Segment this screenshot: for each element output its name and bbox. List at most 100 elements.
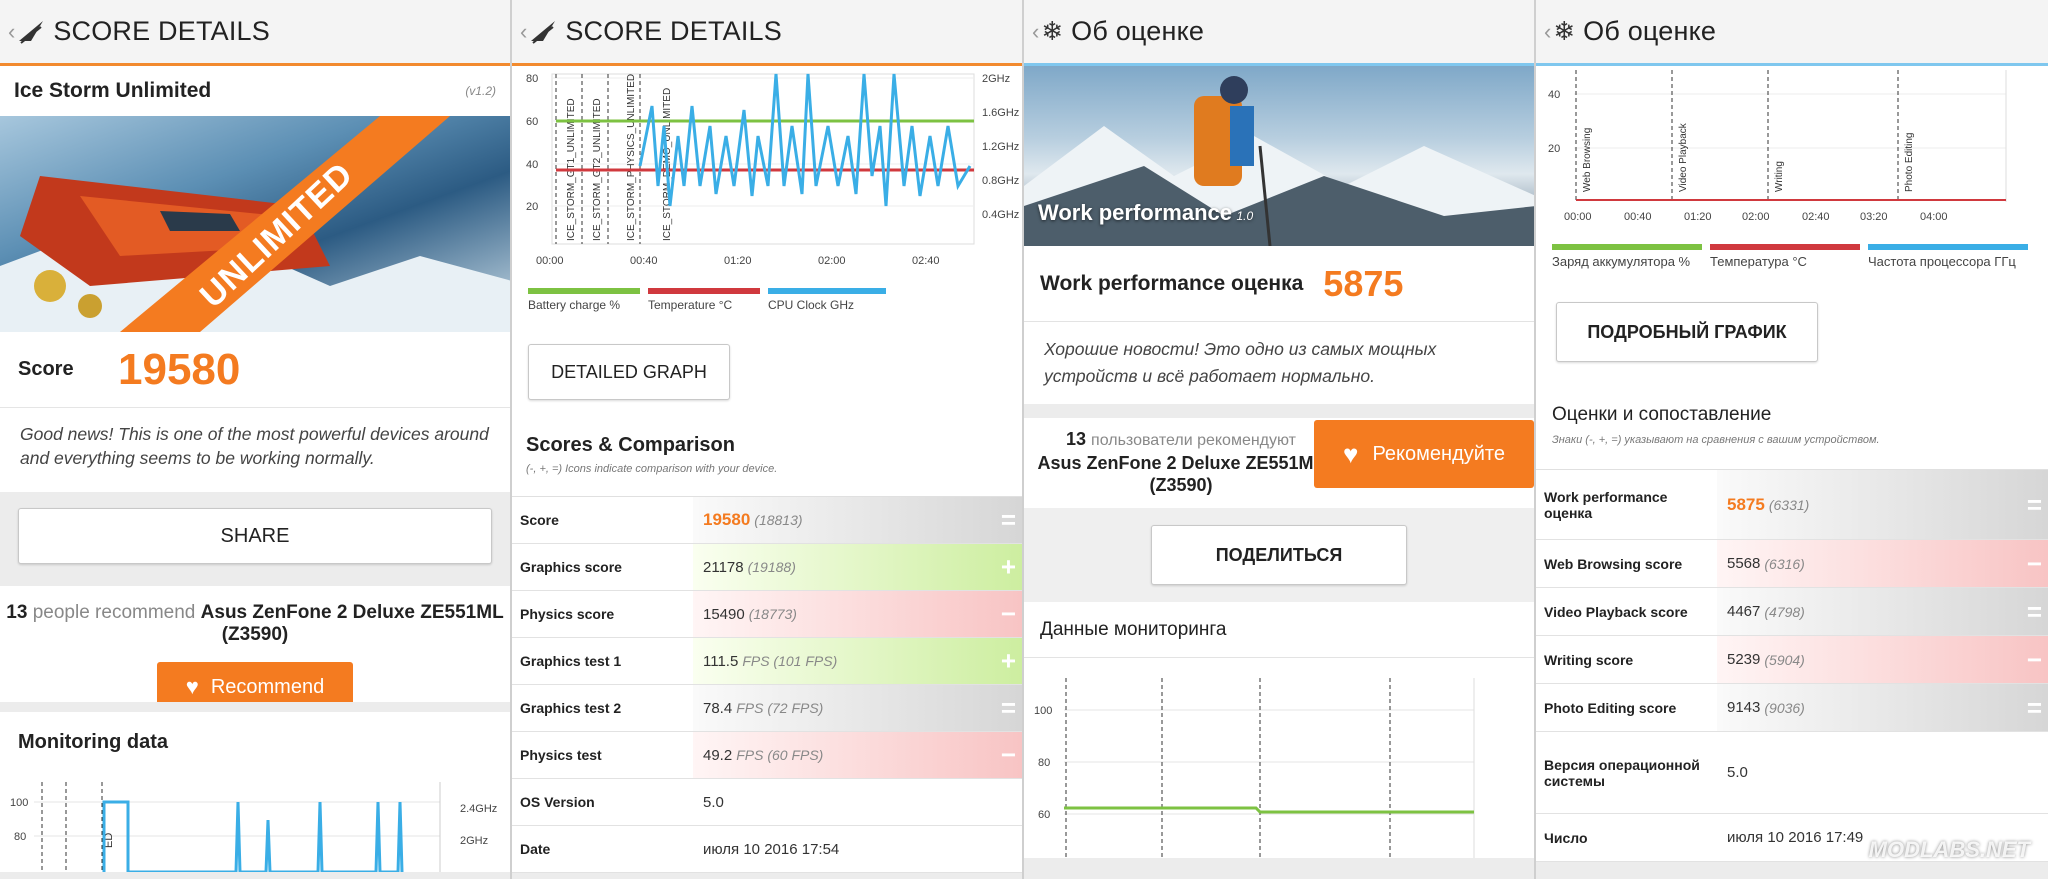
snowflake-logo-icon: ❄ bbox=[1553, 16, 1576, 46]
r-tick: 2GHz bbox=[982, 73, 1010, 85]
row-value: 15490 bbox=[703, 605, 745, 623]
r-tick: 1.2GHz bbox=[982, 141, 1019, 153]
legend-temperature: Температура °C bbox=[1710, 254, 1807, 269]
legend-cpu: CPU Clock GHz bbox=[768, 298, 855, 312]
y-tick: 40 bbox=[1548, 89, 1560, 101]
monitoring-title: Monitoring data bbox=[18, 730, 168, 753]
row-value: 21178 bbox=[703, 558, 744, 576]
row-label: Версия операционной системы bbox=[1536, 732, 1717, 813]
screen-1: ‹ SCORE DETAILS Ice Storm Unlimited (v1.… bbox=[0, 0, 512, 879]
x-tick: 02:00 bbox=[1742, 211, 1770, 223]
back-chevron-icon[interactable]: ‹ bbox=[520, 19, 527, 45]
scores-subtitle: (-, +, =) Icons indicate comparison with… bbox=[526, 463, 778, 475]
row-value: 5875 bbox=[1727, 494, 1765, 514]
monitoring-chart: 80 60 40 20 2GHz 1.6GHz 1.2GHz 0.8GHz 0.… bbox=[512, 66, 1022, 326]
row-label: Video Playback score bbox=[1536, 588, 1717, 635]
recommend-button[interactable]: ♥ Рекомендуйте bbox=[1314, 420, 1534, 488]
table-row: Graphics test 2 78.4 FPS (72 FPS) = bbox=[512, 685, 1022, 732]
back-chevron-icon[interactable]: ‹ bbox=[8, 19, 15, 45]
score-value: 19580 bbox=[118, 344, 241, 394]
row-comparison: (18813) bbox=[754, 512, 803, 528]
back-chevron-icon[interactable]: ‹ bbox=[1544, 19, 1551, 45]
y-tick: 40 bbox=[526, 159, 538, 171]
comparison-sign-icon: − bbox=[2026, 644, 2042, 674]
row-value: 111.5 bbox=[703, 652, 739, 670]
banner-label: Work performance bbox=[1038, 200, 1232, 225]
device-name: Asus ZenFone 2 Deluxe ZE551ML (Z3590) bbox=[1037, 453, 1325, 495]
monitoring-title: Данные мониторинга bbox=[1040, 618, 1227, 640]
marker-label: Video Playback bbox=[1678, 122, 1689, 192]
table-row: OS Version 5.0 bbox=[512, 779, 1022, 826]
y-tick: 60 bbox=[1038, 809, 1050, 821]
y-tick: 100 bbox=[1034, 705, 1052, 717]
chart-svg: 80 60 40 20 2GHz 1.6GHz 1.2GHz 0.8GHz 0.… bbox=[526, 73, 1019, 267]
good-news-text: Good news! This is one of the most power… bbox=[0, 408, 510, 492]
share-button[interactable]: SHARE bbox=[18, 508, 492, 564]
table-row: Writing score 5239 (5904) − bbox=[1536, 636, 2048, 684]
monitoring-chart: 100 80 2.4GHz 2GHz ED bbox=[0, 772, 510, 874]
good-news-text: Хорошие новости! Это одно из самых мощны… bbox=[1024, 322, 1534, 404]
row-comparison: (9036) bbox=[1764, 699, 1805, 716]
row-value: 9143 bbox=[1727, 699, 1761, 716]
row-value-cell: 21178 (19188) + bbox=[693, 544, 1022, 590]
banner-version: 1.0 bbox=[1236, 209, 1254, 223]
row-label: Score bbox=[512, 497, 693, 543]
row-label: OS Version bbox=[512, 779, 693, 825]
recommend-label: Рекомендуйте bbox=[1372, 442, 1505, 465]
top-bar: ‹ SCORE DETAILS bbox=[512, 0, 1022, 66]
recommend-count: 13 bbox=[6, 602, 28, 623]
x-tick: 03:20 bbox=[1860, 211, 1888, 223]
page-title: Об оценке bbox=[1071, 16, 1205, 46]
table-row: Physics test 49.2 FPS (60 FPS) − bbox=[512, 732, 1022, 779]
table-row: Score 19580 (18813) = bbox=[512, 497, 1022, 544]
recommend-button[interactable]: ♥ Recommend bbox=[157, 662, 353, 702]
monitoring-chart: 100 80 60 bbox=[1024, 658, 1534, 858]
row-value: 5.0 bbox=[1727, 764, 1748, 781]
top-bar: ‹ ❄ Об оценке bbox=[1536, 0, 2048, 66]
back-chevron-icon[interactable]: ‹ bbox=[1032, 19, 1039, 45]
x-tick: 04:00 bbox=[1920, 211, 1948, 223]
row-value: 19580 bbox=[703, 510, 751, 529]
row-label: Graphics test 2 bbox=[512, 685, 693, 731]
row-comparison: (18773) bbox=[748, 606, 797, 622]
row-comparison: FPS (72 FPS) bbox=[736, 700, 824, 716]
x-tick: 01:20 bbox=[1684, 211, 1712, 223]
screen-3: ‹ ❄ Об оценке Work performance 1.0 Work … bbox=[1024, 0, 1536, 879]
row-comparison: (6316) bbox=[1764, 555, 1805, 572]
row-value-cell: 5239 (5904) − bbox=[1717, 636, 2048, 683]
score-label: Score bbox=[18, 358, 74, 380]
y-tick: 80 bbox=[14, 831, 26, 843]
marker-label: Web Browsing bbox=[1582, 128, 1593, 192]
row-comparison: (6331) bbox=[1768, 496, 1810, 513]
table-row: Photo Editing score 9143 (9036) = bbox=[1536, 684, 2048, 732]
chart-legend: Заряд аккумулятора % Температура °C Част… bbox=[1552, 244, 2028, 269]
banner-caption: Work performance 1.0 bbox=[1038, 200, 1253, 226]
scores-table: Work performance оценка 5875 (6331) = Web Br… bbox=[1536, 470, 2048, 862]
table-row: Graphics test 1 111.5 FPS (101 FPS) + bbox=[512, 638, 1022, 685]
scores-header: Оценки и сопоставление Знаки (-, +, =) у… bbox=[1536, 390, 2048, 470]
scores-title: Scores & Comparison bbox=[526, 434, 735, 456]
row-value: 5239 bbox=[1727, 651, 1761, 668]
row-value-cell: 111.5 FPS (101 FPS) + bbox=[693, 638, 1022, 684]
y-tick: 80 bbox=[526, 73, 538, 85]
y-tick: 20 bbox=[526, 201, 538, 213]
recommend-card: 13 пользователи рекомендуют Asus ZenFone… bbox=[1024, 418, 1534, 508]
row-comparison: (5904) bbox=[1764, 651, 1805, 668]
x-tick: 01:20 bbox=[724, 255, 752, 267]
score-label: Work performance оценка bbox=[1040, 271, 1304, 295]
marker-label: ICE_STORM_PHYSICS_UNLIMITED bbox=[626, 74, 637, 241]
detailed-graph-button[interactable]: DETAILED GRAPH bbox=[528, 344, 730, 400]
table-row: Graphics score 21178 (19188) + bbox=[512, 544, 1022, 591]
test-name: Ice Storm Unlimited bbox=[14, 79, 212, 102]
recommend-text: пользователи рекомендуют bbox=[1091, 432, 1296, 449]
monitoring-header: Данные мониторинга bbox=[1024, 602, 1534, 658]
share-button[interactable]: ПОДЕЛИТЬСЯ bbox=[1151, 525, 1407, 585]
x-tick: 00:00 bbox=[1564, 211, 1592, 223]
detailed-graph-button[interactable]: ПОДРОБНЫЙ ГРАФИК bbox=[1556, 302, 1818, 362]
3dmark-logo-icon bbox=[19, 20, 44, 44]
row-comparison: FPS (60 FPS) bbox=[736, 747, 824, 763]
recommend-text: people recommend bbox=[32, 602, 196, 623]
comparison-sign-icon: + bbox=[1000, 551, 1016, 582]
x-tick: 00:00 bbox=[536, 255, 564, 267]
chart-legend: Battery charge % Temperature °C CPU Cloc… bbox=[528, 288, 886, 312]
